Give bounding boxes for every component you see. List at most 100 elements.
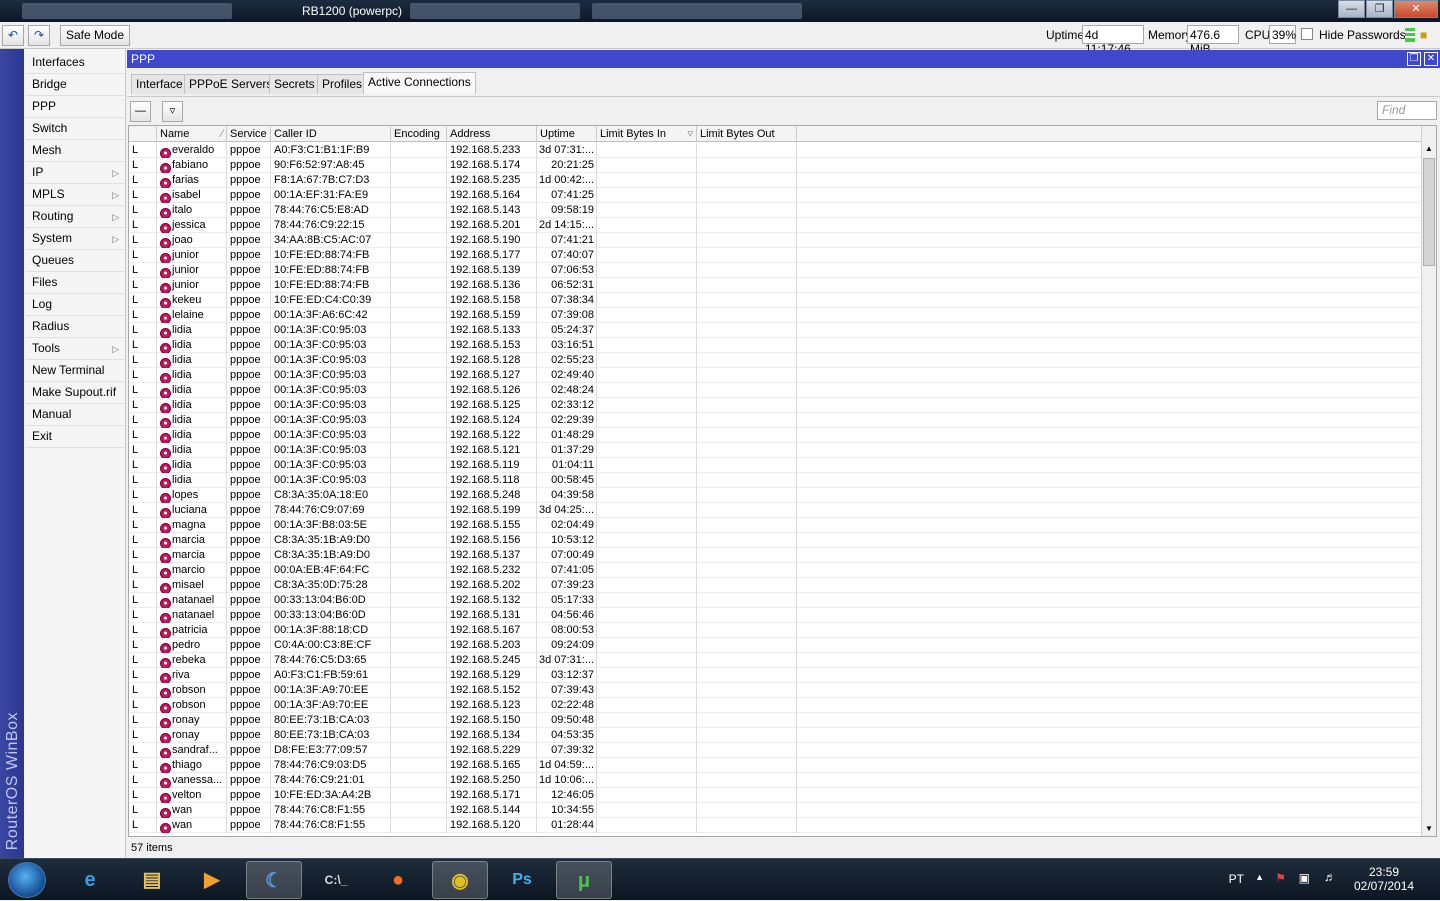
clock[interactable]: 23:59 02/07/2014 — [1354, 865, 1414, 893]
table-row[interactable]: L ● lidia pppoe 00:1A:3F:C0:95:03 192.168.5.1… — [129, 323, 1422, 338]
tab-secrets[interactable]: Secrets — [269, 74, 320, 94]
file-explorer-icon[interactable]: ▤ — [124, 861, 180, 899]
table-row[interactable]: L ● lelaine pppoe 00:1A:3F:A6:6C:42 192.168.5… — [129, 308, 1422, 323]
table-row[interactable]: L ● sandraf... pppoe D8:FE:E3:77:09:57 192.16… — [129, 743, 1422, 758]
col-flag[interactable] — [129, 126, 157, 142]
col-caller-id[interactable]: Caller ID — [271, 126, 391, 142]
table-row[interactable]: L ● jessica pppoe 78:44:76:C9:22:15 192.168.5… — [129, 218, 1422, 233]
col-service[interactable]: Service — [227, 126, 271, 142]
table-row[interactable]: L ● lidia pppoe 00:1A:3F:C0:95:03 192.168.5.1… — [129, 338, 1422, 353]
menu-item-mpls[interactable]: MPLS ▷ — [26, 184, 125, 206]
redo-button[interactable]: ↷ — [28, 25, 50, 46]
filter-button[interactable]: ▿ — [162, 101, 183, 122]
menu-item-make-supout[interactable]: Make Supout.rif — [26, 382, 125, 404]
table-row[interactable]: L ● velton pppoe 10:FE:ED:3A:A4:2B 192.168.5.… — [129, 788, 1422, 803]
menu-item-tools[interactable]: Tools ▷ — [26, 338, 125, 360]
table-row[interactable]: L ● everaldo pppoe A0:F3:C1:B1:1F:B9 192.168.… — [129, 143, 1422, 158]
scroll-down-icon[interactable]: ▼ — [1422, 822, 1436, 836]
menu-item-switch[interactable]: Switch — [26, 118, 125, 140]
table-row[interactable]: L ● pedro pppoe C0:4A:00:C3:8E:CF 192.168.5.2… — [129, 638, 1422, 653]
col-limit-bytes-out[interactable]: Limit Bytes Out — [697, 126, 797, 142]
language-indicator[interactable]: PT — [1229, 872, 1244, 886]
table-row[interactable]: L ● lidia pppoe 00:1A:3F:C0:95:03 192.168.5.1… — [129, 443, 1422, 458]
undo-button[interactable]: ↶ — [2, 25, 24, 46]
show-hidden-icons-icon[interactable]: ▲ — [1255, 872, 1264, 882]
menu-item-radius[interactable]: Radius — [26, 316, 125, 338]
table-row[interactable]: L ● lidia pppoe 00:1A:3F:C0:95:03 192.168.5.1… — [129, 353, 1422, 368]
tab-profiles[interactable]: Profiles — [317, 74, 368, 94]
table-row[interactable]: L ● natanael pppoe 00:33:13:04:B6:0D 192.168.… — [129, 593, 1422, 608]
table-row[interactable]: L ● lidia pppoe 00:1A:3F:C0:95:03 192.168.5.1… — [129, 383, 1422, 398]
action-center-icon[interactable]: ⚑ — [1275, 871, 1286, 885]
table-row[interactable]: L ● lidia pppoe 00:1A:3F:C0:95:03 192.168.5.1… — [129, 413, 1422, 428]
find-input[interactable]: Find — [1377, 101, 1437, 120]
table-row[interactable]: L ● lidia pppoe 00:1A:3F:C0:95:03 192.168.5.1… — [129, 368, 1422, 383]
table-row[interactable]: L ● kekeu pppoe 10:FE:ED:C4:C0:39 192.168.5.1… — [129, 293, 1422, 308]
col-address[interactable]: Address — [447, 126, 537, 142]
scroll-up-icon[interactable]: ▲ — [1422, 142, 1436, 156]
network-icon[interactable]: ▣ — [1299, 871, 1310, 885]
scroll-thumb[interactable] — [1423, 158, 1435, 266]
table-row[interactable]: L ● fabiano pppoe 90:F6:52:97:A8:45 192.168.5… — [129, 158, 1422, 173]
table-row[interactable]: L ● wan pppoe 78:44:76:C8:F1:55 192.168.5.144… — [129, 803, 1422, 818]
table-row[interactable]: L ● ronay pppoe 80:EE:73:1B:CA:03 192.168.5.1… — [129, 713, 1422, 728]
table-row[interactable]: L ● robson pppoe 00:1A:3F:A9:70:EE 192.168.5.… — [129, 698, 1422, 713]
photoshop-icon[interactable]: Ps — [494, 861, 550, 899]
hide-passwords-checkbox[interactable] — [1301, 28, 1313, 40]
col-uptime[interactable]: Uptime — [537, 126, 597, 142]
table-row[interactable]: L ● vanessa... pppoe 78:44:76:C9:21:01 192.16… — [129, 773, 1422, 788]
menu-item-manual[interactable]: Manual — [26, 404, 125, 426]
table-row[interactable]: L ● marcia pppoe C8:3A:35:1B:A9:D0 192.168.5.… — [129, 533, 1422, 548]
winbox-icon[interactable]: ☾ — [246, 861, 302, 899]
ppp-close-button[interactable]: ✕ — [1424, 52, 1438, 66]
menu-item-files[interactable]: Files — [26, 272, 125, 294]
menu-item-routing[interactable]: Routing ▷ — [26, 206, 125, 228]
media-player-icon[interactable]: ▶ — [184, 861, 240, 899]
table-row[interactable]: L ● lidia pppoe 00:1A:3F:C0:95:03 192.168.5.1… — [129, 428, 1422, 443]
chrome-icon[interactable]: ◉ — [432, 861, 488, 899]
tab-interface[interactable]: Interface — [131, 74, 188, 94]
table-row[interactable]: L ● wan pppoe 78:44:76:C8:F1:55 192.168.5.120… — [129, 818, 1422, 833]
table-row[interactable]: L ● marcio pppoe 00:0A:EB:4F:64:FC 192.168.5.… — [129, 563, 1422, 578]
table-row[interactable]: L ● magna pppoe 00:1A:3F:B8:03:5E 192.168.5.1… — [129, 518, 1422, 533]
menu-item-ppp[interactable]: PPP — [26, 96, 125, 118]
tab-active-connections[interactable]: Active Connections — [363, 72, 476, 94]
firefox-icon[interactable]: ● — [370, 861, 426, 899]
start-button[interactable] — [8, 862, 46, 898]
table-row[interactable]: L ● misael pppoe C8:3A:35:0D:75:28 192.168.5.… — [129, 578, 1422, 593]
table-row[interactable]: L ● junior pppoe 10:FE:ED:88:74:FB 192.168.5.… — [129, 263, 1422, 278]
tab-pppoe-servers[interactable]: PPPoE Servers — [184, 74, 278, 94]
menu-item-new-terminal[interactable]: New Terminal — [26, 360, 125, 382]
table-row[interactable]: L ● riva pppoe A0:F3:C1:FB:59:61 192.168.5.12… — [129, 668, 1422, 683]
table-row[interactable]: L ● patricia pppoe 00:1A:3F:88:18:CD 192.168.… — [129, 623, 1422, 638]
menu-item-ip[interactable]: IP ▷ — [26, 162, 125, 184]
table-row[interactable]: L ● luciana pppoe 78:44:76:C9:07:69 192.168.5… — [129, 503, 1422, 518]
table-row[interactable]: L ● lidia pppoe 00:1A:3F:C0:95:03 192.168.5.1… — [129, 398, 1422, 413]
table-row[interactable]: L ● junior pppoe 10:FE:ED:88:74:FB 192.168.5.… — [129, 248, 1422, 263]
menu-item-queues[interactable]: Queues — [26, 250, 125, 272]
menu-item-mesh[interactable]: Mesh — [26, 140, 125, 162]
table-row[interactable]: L ● ronay pppoe 80:EE:73:1B:CA:03 192.168.5.1… — [129, 728, 1422, 743]
table-row[interactable]: L ● isabel pppoe 00:1A:EF:31:FA:E9 192.168.5.… — [129, 188, 1422, 203]
col-encoding[interactable]: Encoding — [391, 126, 447, 142]
table-row[interactable]: L ● lopes pppoe C8:3A:35:0A:18:E0 192.168.5.2… — [129, 488, 1422, 503]
menu-item-exit[interactable]: Exit — [26, 426, 125, 448]
internet-explorer-icon[interactable]: e — [62, 861, 118, 899]
menu-item-system[interactable]: System ▷ — [26, 228, 125, 250]
table-row[interactable]: L ● thiago pppoe 78:44:76:C9:03:D5 192.168.5.… — [129, 758, 1422, 773]
table-row[interactable]: L ● lidia pppoe 00:1A:3F:C0:95:03 192.168.5.1… — [129, 473, 1422, 488]
ppp-restore-button[interactable]: ❐ — [1407, 52, 1421, 66]
table-row[interactable]: L ● natanael pppoe 00:33:13:04:B6:0D 192.168.… — [129, 608, 1422, 623]
col-name[interactable]: Name ⁄ — [157, 126, 227, 142]
close-button[interactable]: ✕ — [1394, 0, 1438, 18]
menu-item-interfaces[interactable]: Interfaces — [26, 52, 125, 74]
table-row[interactable]: L ● italo pppoe 78:44:76:C5:E8:AD 192.168.5.1… — [129, 203, 1422, 218]
minimize-button[interactable]: — — [1338, 0, 1365, 18]
vertical-scrollbar[interactable]: ▲ ▼ — [1421, 126, 1436, 836]
table-row[interactable]: L ● lidia pppoe 00:1A:3F:C0:95:03 192.168.5.1… — [129, 458, 1422, 473]
remove-button[interactable]: — — [130, 101, 151, 122]
col-limit-bytes-in[interactable]: Limit Bytes In ▿ — [597, 126, 697, 142]
command-prompt-icon[interactable]: C:\_ — [308, 861, 364, 899]
utorrent-icon[interactable]: μ — [556, 861, 612, 899]
table-row[interactable]: L ● robson pppoe 00:1A:3F:A9:70:EE 192.168.5.… — [129, 683, 1422, 698]
